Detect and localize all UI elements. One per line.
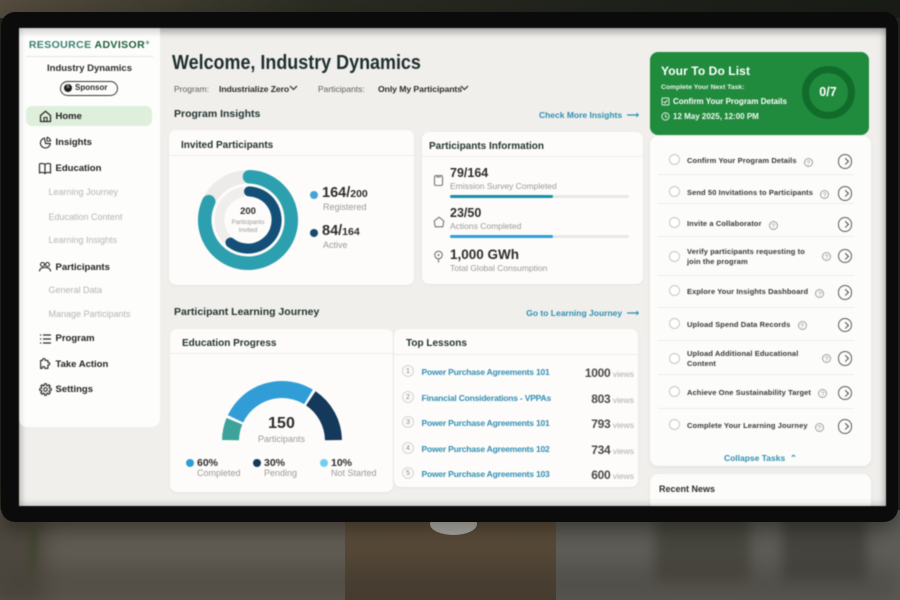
- svg-text:Participants: Participants: [232, 219, 265, 226]
- svg-text:Invited: Invited: [239, 227, 258, 234]
- svg-text:200: 200: [240, 206, 256, 217]
